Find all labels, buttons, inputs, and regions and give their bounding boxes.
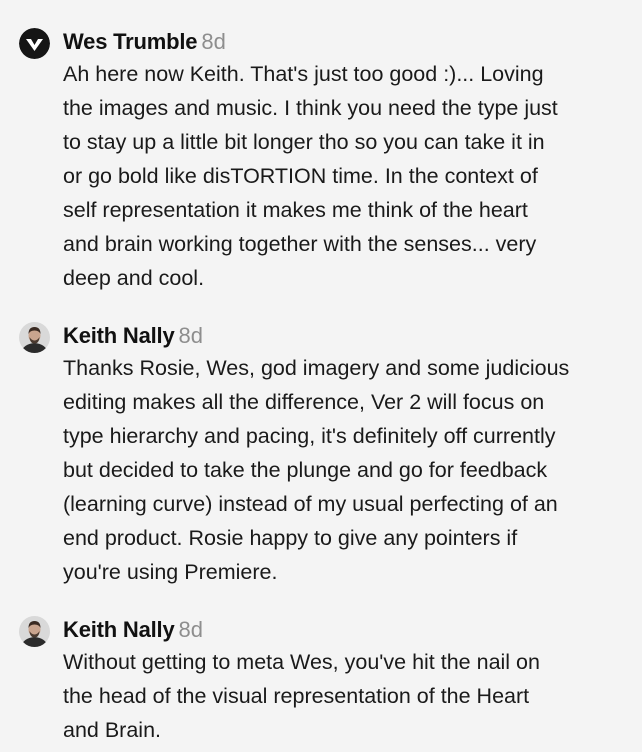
- avatar[interactable]: [19, 322, 50, 353]
- comment-line: but decided to take the plunge and go fo…: [63, 458, 548, 482]
- comment-line: (learning curve) instead of my usual per…: [63, 492, 558, 516]
- comment-line: deep and cool.: [63, 266, 205, 290]
- comment-line: and brain working together with the sens…: [63, 232, 537, 256]
- wes-logo-icon: [19, 28, 50, 59]
- comment-line: editing makes all the difference, Ver 2 …: [63, 390, 545, 414]
- comment-timestamp: 8d: [201, 29, 226, 54]
- comment-line: self representation it makes me think of…: [63, 198, 528, 222]
- comment-line: Thanks Rosie, Wes, god imagery and some …: [63, 356, 570, 380]
- comment-line: type hierarchy and pacing, it's definite…: [63, 424, 556, 448]
- comment-author[interactable]: Wes Trumble: [63, 29, 198, 54]
- comment-list: Wes Trumble 8d Ah here now Keith. That's …: [0, 0, 642, 752]
- keith-avatar-icon: [19, 322, 50, 353]
- keith-avatar-icon: [19, 616, 50, 647]
- avatar[interactable]: [19, 28, 50, 59]
- comment-line: or go bold like disTORTION time. In the …: [63, 164, 538, 188]
- comment-text: Thanks Rosie, Wes, god imagery and some …: [63, 351, 635, 589]
- comment-header: Keith Nally 8d: [63, 616, 203, 644]
- comment-line: you're using Premiere.: [63, 560, 278, 584]
- comment-line: the head of the visual representation of…: [63, 684, 530, 708]
- comment-author[interactable]: Keith Nally: [63, 617, 175, 642]
- comment-line: to stay up a little bit longer tho so yo…: [63, 130, 545, 154]
- comment-line: and Brain.: [63, 718, 162, 742]
- comment-text: Ah here now Keith. That's just too good …: [63, 57, 635, 295]
- comment-text: Without getting to meta Wes, you've hit …: [63, 645, 635, 747]
- comment-author[interactable]: Keith Nally: [63, 323, 175, 348]
- comment-line: end product. Rosie happy to give any poi…: [63, 526, 518, 550]
- comment-timestamp: 8d: [178, 617, 203, 642]
- comment-line: the images and music. I think you need t…: [63, 96, 558, 120]
- avatar[interactable]: [19, 616, 50, 647]
- comment-line: Ah here now Keith. That's just too good …: [63, 62, 544, 86]
- comment-timestamp: 8d: [178, 323, 203, 348]
- comment-line: Without getting to meta Wes, you've hit …: [63, 650, 540, 674]
- comment-header: Wes Trumble 8d: [63, 28, 226, 56]
- comment-header: Keith Nally 8d: [63, 322, 203, 350]
